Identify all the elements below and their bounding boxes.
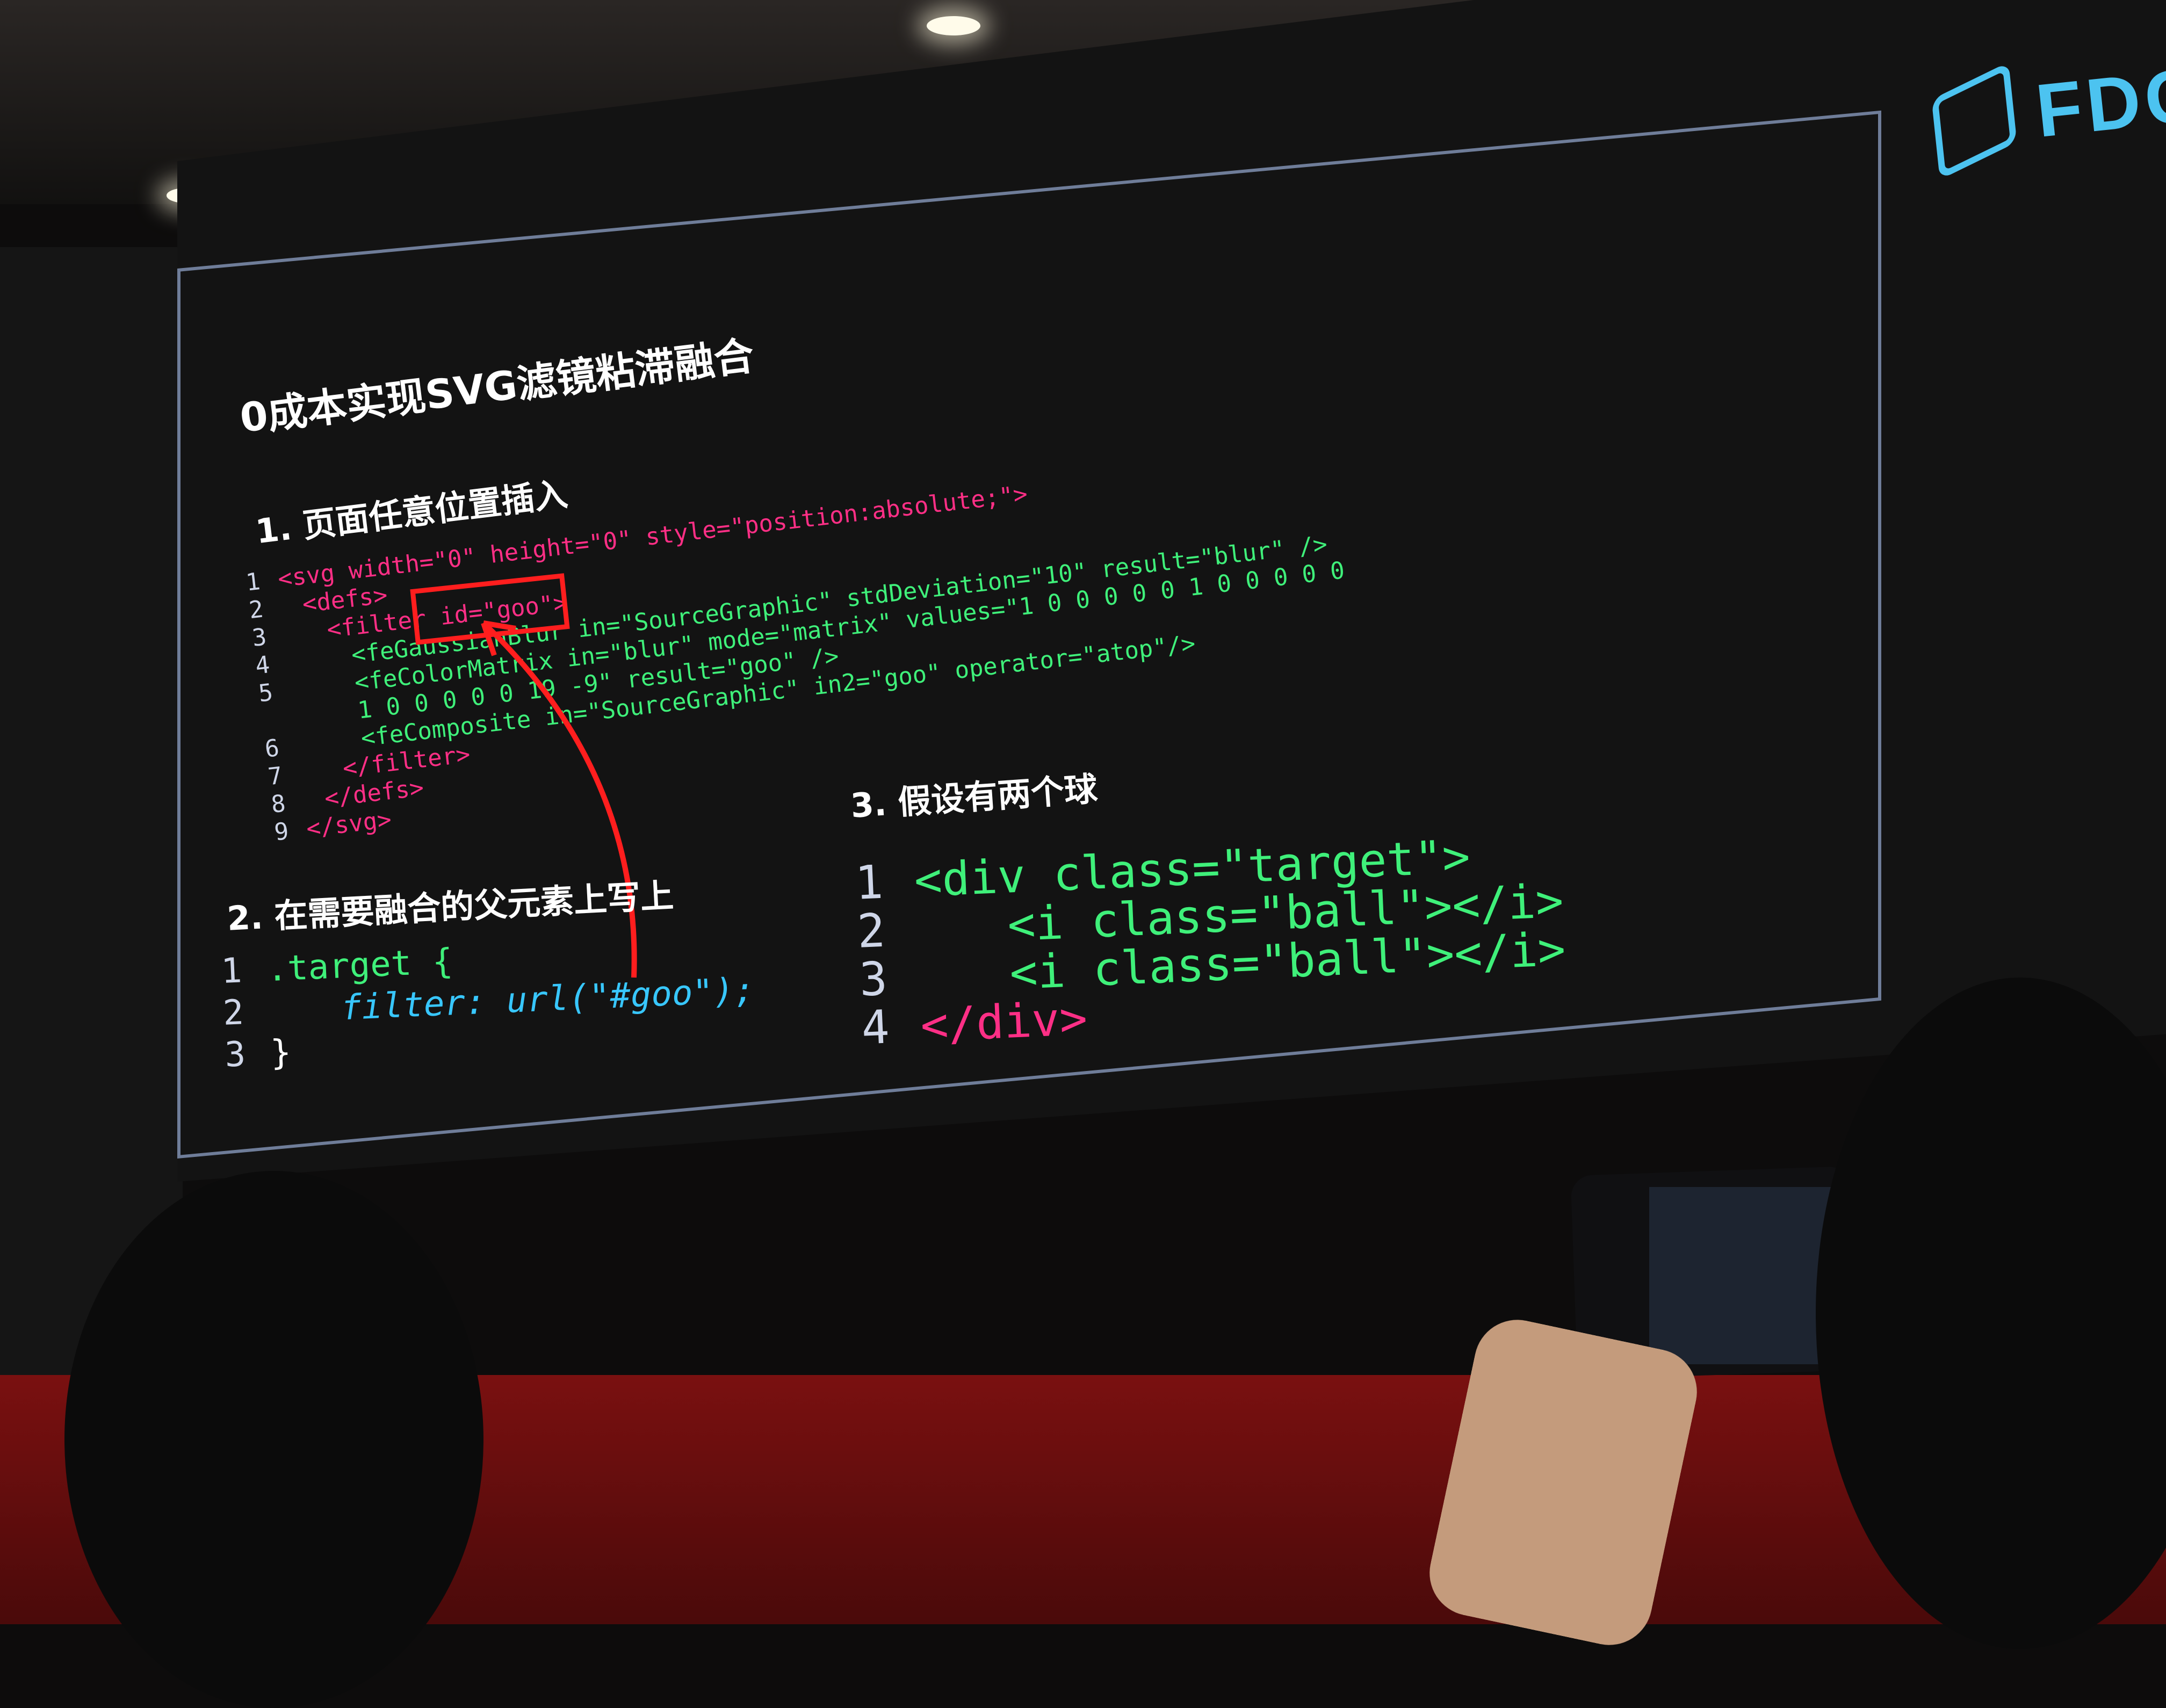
line-number: 9 bbox=[272, 817, 291, 846]
code-text: .target { bbox=[266, 942, 454, 990]
line-number: 2 bbox=[222, 993, 245, 1033]
step3-code-block: 1 <div class="target"> 2 <i class="ball"><… bbox=[854, 829, 1569, 1055]
line-number: 1 bbox=[244, 568, 262, 597]
ceiling-light bbox=[927, 16, 980, 35]
line-number: 4 bbox=[860, 1000, 891, 1055]
brand-logo: FDC bbox=[2032, 50, 2166, 155]
audience-head bbox=[64, 1171, 483, 1708]
line-number: 2 bbox=[856, 903, 886, 959]
phone-screen bbox=[1649, 1187, 1843, 1364]
red-arrow-annotation bbox=[481, 620, 637, 978]
line-number: 3 bbox=[223, 1034, 247, 1075]
code-text: } bbox=[269, 1032, 292, 1074]
line-number: 1 bbox=[854, 855, 884, 910]
code-text: </div> bbox=[919, 991, 1089, 1053]
step2-code-block: 1 .target { 2 filter: url("#goo"); 3} bbox=[220, 928, 757, 1076]
brand-text: FDC bbox=[2032, 52, 2166, 153]
line-number: 1 bbox=[220, 951, 243, 991]
